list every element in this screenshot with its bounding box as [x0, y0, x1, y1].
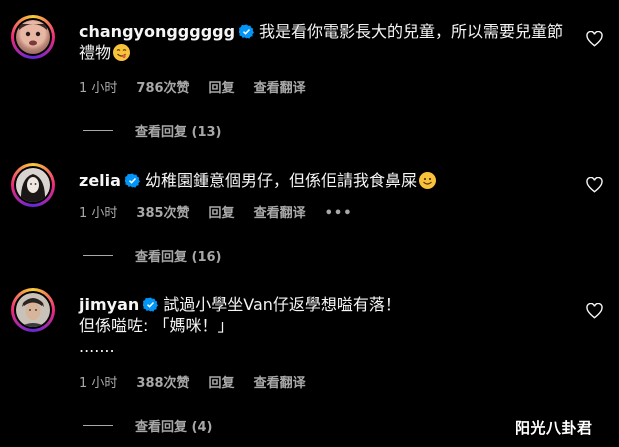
comment-time: 1 小时: [79, 206, 118, 221]
comment-meta: 1 小时 388次赞 回复 查看翻译: [79, 372, 325, 391]
comment-time: 1 小时: [79, 376, 118, 391]
view-replies-label: 查看回复 (13): [135, 125, 222, 140]
reply-button[interactable]: 回复: [209, 81, 235, 96]
reply-button[interactable]: 回复: [209, 376, 235, 391]
view-replies-button[interactable]: 查看回复 (16): [83, 246, 222, 265]
smiling-emoji-icon: [418, 172, 436, 189]
replies-divider: [83, 255, 113, 256]
view-replies-label: 查看回复 (16): [135, 250, 222, 265]
replies-divider: [83, 130, 113, 131]
translate-button[interactable]: 查看翻译: [254, 81, 306, 96]
yum-emoji-icon: [113, 44, 131, 61]
heart-outline-icon[interactable]: [586, 177, 603, 193]
view-replies-button[interactable]: 查看回复 (13): [83, 121, 222, 140]
translate-button[interactable]: 查看翻译: [254, 206, 306, 221]
view-replies-label: 查看回复 (4): [135, 420, 213, 435]
heart-outline-icon[interactable]: [586, 303, 603, 319]
more-options-button[interactable]: •••: [325, 206, 353, 221]
comment-body: jimyan 試過小學坐Van仔返學想嗌有落！ 但係嗌咗: 「媽咪！」 .....…: [79, 294, 579, 357]
avatar[interactable]: [11, 15, 55, 59]
verified-badge-icon: [124, 173, 140, 188]
watermark: 阳光八卦君: [515, 419, 593, 437]
avatar[interactable]: [11, 163, 55, 207]
translate-button[interactable]: 查看翻译: [254, 376, 306, 391]
comment-username[interactable]: jimyan: [79, 295, 139, 314]
comment-text: 試過小學坐Van仔返學想嗌有落！: [163, 295, 401, 314]
comment-meta: 1 小时 385次赞 回复 查看翻译 •••: [79, 202, 372, 221]
like-count[interactable]: 786次赞: [136, 81, 189, 96]
comment-meta: 1 小时 786次赞 回复 查看翻译: [79, 77, 325, 96]
comment-time: 1 小时: [79, 81, 118, 96]
like-count[interactable]: 388次赞: [136, 376, 189, 391]
avatar[interactable]: [11, 288, 55, 332]
comment-body: zelia 幼稚園鍾意個男仔，但係佢請我食鼻屎: [79, 170, 579, 191]
comment-text-line2: 但係嗌咗: 「媽咪！」: [79, 316, 234, 335]
comment-text-line2: 禮物: [79, 43, 112, 62]
comment-text: 幼稚園鍾意個男仔，但係佢請我食鼻屎: [144, 171, 417, 190]
like-count[interactable]: 385次赞: [136, 206, 189, 221]
comment-text: 我是看你電影長大的兒童，所以需要兒童節: [259, 22, 564, 41]
replies-divider: [83, 425, 113, 426]
comment-body: changyongggggg 我是看你電影長大的兒童，所以需要兒童節 禮物: [79, 21, 579, 63]
view-replies-button[interactable]: 查看回复 (4): [83, 416, 212, 435]
heart-outline-icon[interactable]: [586, 31, 603, 47]
comment-username[interactable]: changyongggggg: [79, 22, 235, 41]
verified-badge-icon: [239, 24, 255, 39]
reply-button[interactable]: 回复: [209, 206, 235, 221]
comment-username[interactable]: zelia: [79, 171, 121, 190]
verified-badge-icon: [143, 297, 159, 312]
comment-text-line3: .......: [79, 337, 115, 356]
